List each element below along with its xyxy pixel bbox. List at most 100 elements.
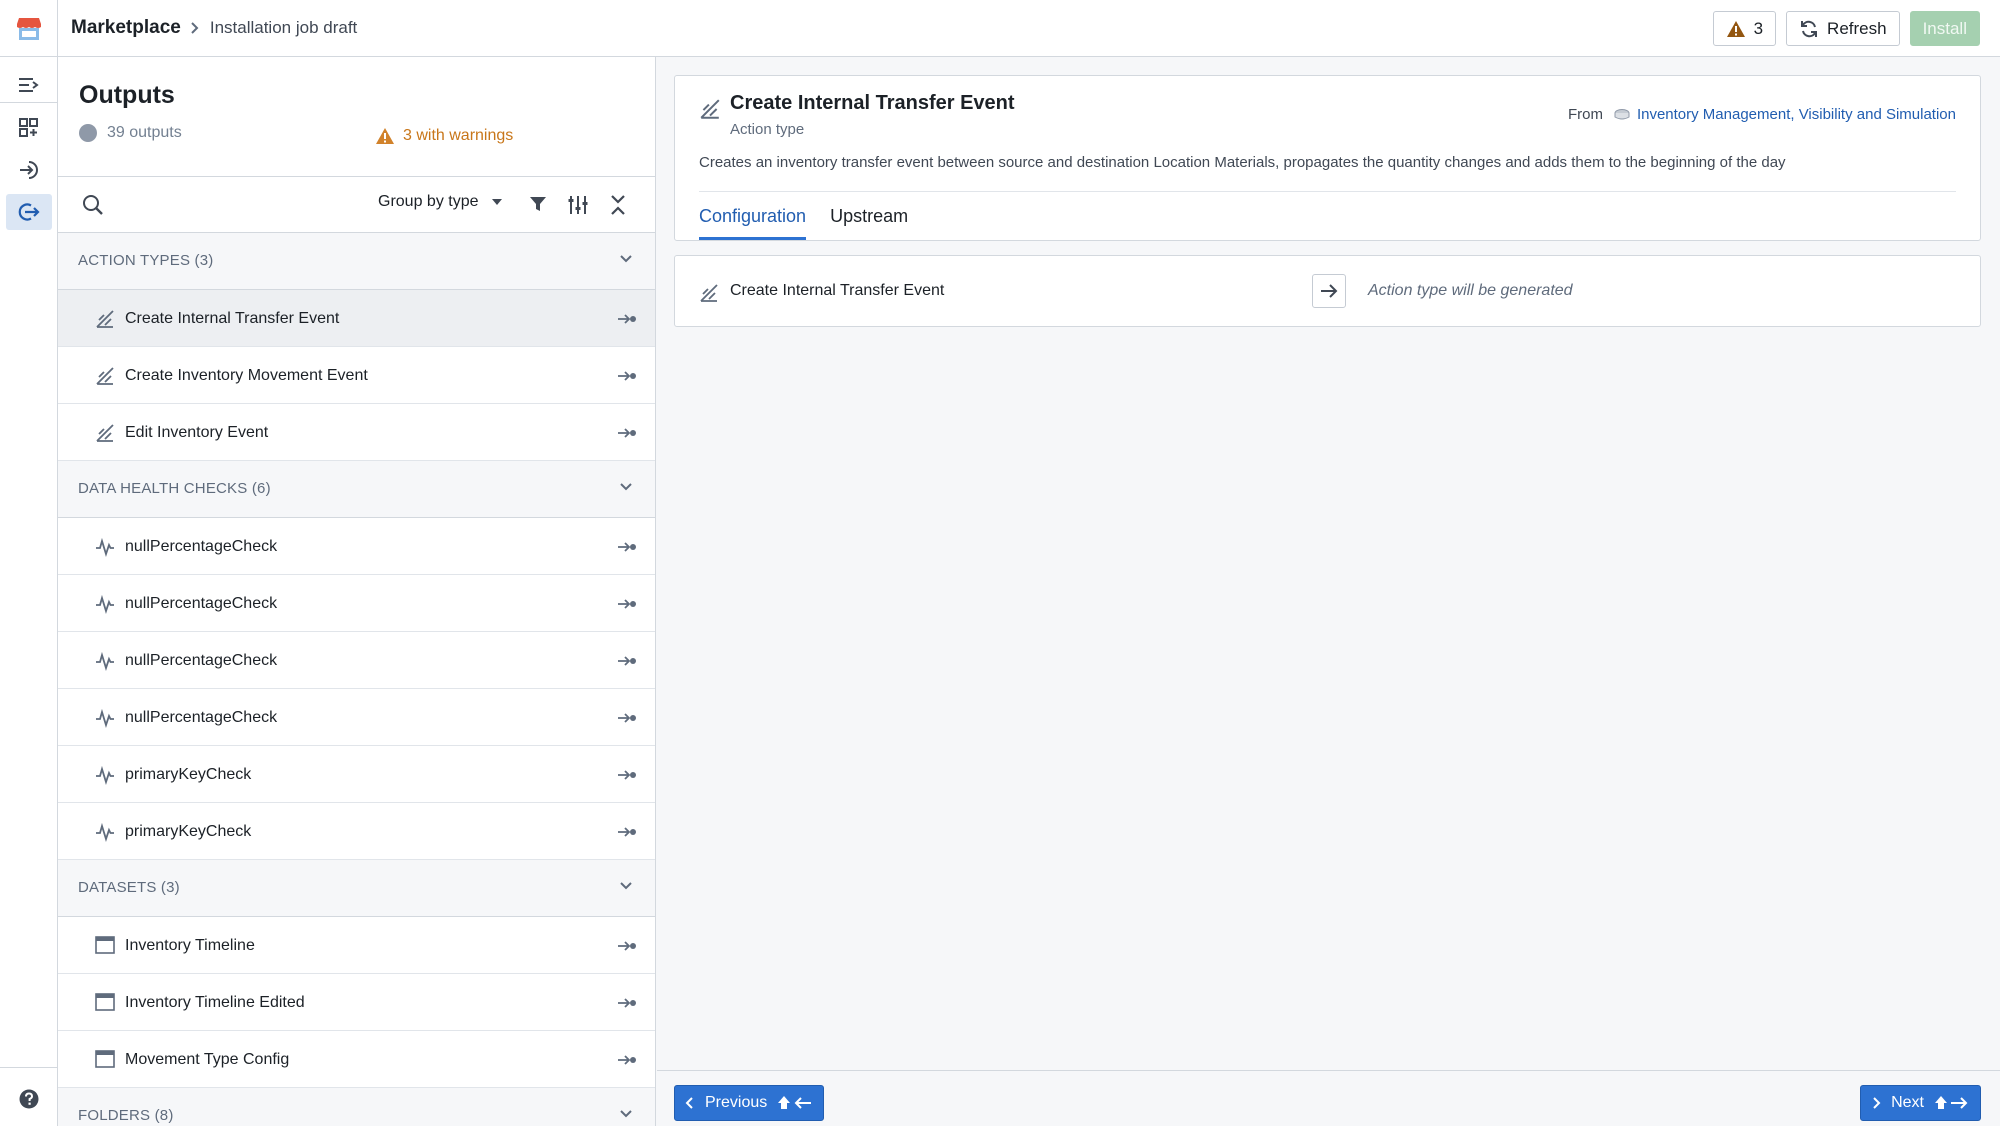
- detail-title: Create Internal Transfer Event: [730, 92, 1015, 114]
- config-card: Create Internal Transfer Event Action ty…: [674, 255, 1981, 327]
- list-item[interactable]: primaryKeyCheck: [58, 746, 655, 803]
- group-by-select[interactable]: Group by type: [378, 193, 503, 211]
- chevron-right-icon: [191, 22, 199, 34]
- dataset-table-icon: [95, 936, 115, 954]
- tab-configuration[interactable]: Configuration: [699, 194, 807, 240]
- toggle-sidebar-button[interactable]: [6, 67, 52, 103]
- chevron-down-icon: [620, 882, 632, 890]
- section-data-health-checks[interactable]: DATA HEALTH CHECKS (6): [58, 461, 655, 518]
- search-icon: [83, 195, 103, 215]
- collapse-menu-icon: [19, 78, 39, 92]
- list-item[interactable]: primaryKeyCheck: [58, 803, 655, 860]
- section-folders[interactable]: FOLDERS (8): [58, 1088, 655, 1126]
- top-bar: Marketplace Installation job draft 3 Ref…: [0, 0, 2000, 57]
- list-item[interactable]: nullPercentageCheck: [58, 632, 655, 689]
- output-arrow-icon: [618, 314, 636, 324]
- output-arrow-icon: [618, 827, 636, 837]
- list-item[interactable]: nullPercentageCheck: [58, 689, 655, 746]
- sliders-icon: [568, 196, 588, 214]
- output-arrow-icon: [618, 998, 636, 1008]
- refresh-button[interactable]: Refresh: [1786, 11, 1900, 46]
- marketplace-logo[interactable]: [0, 0, 58, 57]
- list-item[interactable]: nullPercentageCheck: [58, 575, 655, 632]
- arrow-right-icon: [1321, 284, 1338, 298]
- caret-down-icon: [491, 199, 502, 205]
- refresh-label: Refresh: [1827, 18, 1887, 38]
- warning-icon: [1726, 20, 1745, 37]
- source-product-link[interactable]: Inventory Management, Visibility and Sim…: [1637, 106, 1956, 123]
- list-item[interactable]: nullPercentageCheck: [58, 518, 655, 575]
- rail-overview-button[interactable]: [6, 110, 52, 146]
- output-arrow-icon: [618, 542, 636, 552]
- options-button[interactable]: [567, 194, 589, 216]
- output-arrow-icon: [618, 1055, 636, 1065]
- list-item[interactable]: Create Inventory Movement Event: [58, 347, 655, 404]
- outputs-panel: Outputs 39 outputs 3 with warnings Group…: [58, 57, 656, 1126]
- rail-inputs-button[interactable]: [6, 152, 52, 188]
- list-item[interactable]: Movement Type Config: [58, 1031, 655, 1088]
- store-icon: [16, 17, 41, 40]
- chevron-right-icon: [1873, 1097, 1881, 1109]
- action-type-icon: [700, 99, 720, 119]
- list-item[interactable]: Edit Inventory Event: [58, 404, 655, 461]
- list-item[interactable]: Inventory Timeline Edited: [58, 974, 655, 1031]
- tab-upstream[interactable]: Upstream: [830, 194, 908, 240]
- list-item[interactable]: Inventory Timeline: [58, 917, 655, 974]
- help-button[interactable]: [6, 1081, 52, 1117]
- action-type-icon: [96, 424, 114, 442]
- detail-tabs: Configuration Upstream: [699, 194, 908, 240]
- footer-nav: Previous Next: [657, 1070, 2000, 1126]
- output-arrow-icon: [618, 371, 636, 381]
- dataset-table-icon: [95, 993, 115, 1011]
- filter-button[interactable]: [528, 194, 548, 214]
- source-product: From Inventory Management, Visibility an…: [1567, 106, 1956, 123]
- breadcrumb-current: Installation job draft: [209, 18, 358, 37]
- breadcrumb-marketplace[interactable]: Marketplace: [71, 17, 181, 39]
- config-status-note: Action type will be generated: [1368, 282, 1573, 299]
- action-type-icon: [96, 367, 114, 385]
- action-type-icon: [700, 284, 718, 302]
- dataset-table-icon: [95, 1050, 115, 1068]
- outputs-title: Outputs: [79, 81, 175, 109]
- next-button[interactable]: Next: [1860, 1085, 1981, 1121]
- chevron-down-icon: [620, 483, 632, 491]
- section-datasets[interactable]: DATASETS (3): [58, 860, 655, 917]
- search-button[interactable]: [82, 194, 104, 216]
- status-dot-icon: [79, 124, 97, 142]
- list-item[interactable]: Create Internal Transfer Event: [58, 290, 655, 347]
- chevron-left-icon: [685, 1097, 693, 1109]
- outputs-count: 39 outputs: [79, 124, 182, 142]
- section-action-types[interactable]: ACTION TYPES (3): [58, 233, 655, 290]
- chevron-down-icon: [620, 1110, 632, 1118]
- filter-icon: [530, 197, 546, 211]
- detail-subtitle: Action type: [730, 121, 805, 138]
- output-arrow-icon: [618, 770, 636, 780]
- main-panel: Create Internal Transfer Event Action ty…: [657, 57, 2000, 1126]
- output-arrow-icon: [618, 428, 636, 438]
- help-icon: [19, 1089, 39, 1109]
- output-arrow-icon: [618, 599, 636, 609]
- previous-button[interactable]: Previous: [674, 1085, 825, 1121]
- pulse-icon: [96, 537, 114, 557]
- collapse-all-button[interactable]: [608, 194, 628, 216]
- outputs-warnings[interactable]: 3 with warnings: [375, 127, 513, 145]
- chevron-down-icon: [620, 255, 632, 263]
- config-arrow-button[interactable]: [1312, 274, 1346, 308]
- shortcut-shift-right-icon: [1935, 1096, 1968, 1109]
- pulse-icon: [96, 594, 114, 614]
- warning-icon: [376, 128, 394, 144]
- warnings-button[interactable]: 3: [1712, 11, 1777, 46]
- pulse-icon: [96, 822, 114, 842]
- pulse-icon: [96, 651, 114, 671]
- refresh-icon: [1801, 20, 1818, 37]
- log-in-icon: [20, 161, 38, 179]
- output-arrow-icon: [618, 656, 636, 666]
- grid-add-icon: [19, 118, 38, 137]
- left-rail: [0, 57, 58, 1126]
- output-arrow-icon: [618, 713, 636, 723]
- rail-outputs-button[interactable]: [6, 194, 52, 230]
- product-icon: [1614, 108, 1630, 119]
- install-button[interactable]: Install: [1909, 11, 1980, 46]
- install-label: Install: [1922, 18, 1967, 38]
- action-type-icon: [96, 310, 114, 328]
